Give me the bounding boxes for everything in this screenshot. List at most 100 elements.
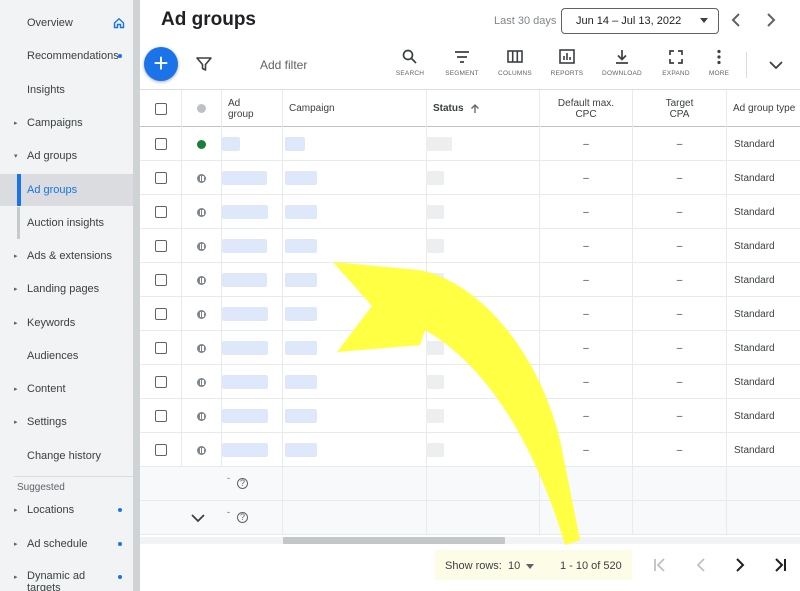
redacted-campaign-name[interactable]: [285, 341, 317, 355]
default-cpc-cell[interactable]: –: [540, 161, 633, 195]
default-cpc-cell[interactable]: –: [540, 433, 633, 467]
sidebar-item-insights[interactable]: Insights: [0, 74, 133, 106]
redacted-campaign-name[interactable]: [285, 375, 317, 389]
redacted-campaign-name[interactable]: [285, 171, 317, 185]
table-row[interactable]: – – Standard: [140, 195, 800, 229]
redacted-ad-group-name[interactable]: [222, 239, 267, 253]
row-checkbox[interactable]: [154, 172, 167, 184]
target-cpa-cell[interactable]: –: [633, 399, 727, 433]
redacted-ad-group-name[interactable]: [222, 205, 268, 219]
redacted-ad-group-name[interactable]: [222, 273, 267, 287]
segment-button[interactable]: SEGMENT: [440, 48, 484, 77]
redacted-ad-group-name[interactable]: [222, 341, 268, 355]
target-cpa-cell[interactable]: –: [633, 195, 727, 229]
row-checkbox[interactable]: [154, 274, 167, 286]
target-cpa-cell[interactable]: –: [633, 433, 727, 467]
previous-page-icon[interactable]: [691, 555, 711, 575]
sidebar-scrollbar[interactable]: [133, 0, 140, 591]
sidebar-item-keywords[interactable]: ▸ Keywords: [0, 307, 133, 339]
target-cpa-column-header[interactable]: Target CPA: [633, 90, 727, 127]
collapse-chevron-icon[interactable]: [768, 58, 784, 72]
sidebar-item-ad-groups-selected[interactable]: Ad groups: [0, 174, 133, 206]
redacted-ad-group-name[interactable]: [222, 409, 268, 423]
ad-group-name-cell[interactable]: [222, 161, 283, 195]
paused-status-icon[interactable]: [197, 445, 206, 455]
table-row[interactable]: – – Standard: [140, 263, 800, 297]
default-cpc-cell[interactable]: –: [540, 331, 633, 365]
paused-status-icon[interactable]: [197, 377, 206, 387]
last-page-icon[interactable]: [770, 555, 790, 575]
next-period-button[interactable]: [762, 11, 778, 32]
ad-group-name-cell[interactable]: [222, 365, 283, 399]
expand-button[interactable]: EXPAND: [654, 48, 698, 77]
target-cpa-cell[interactable]: –: [633, 127, 727, 161]
ad-group-name-cell[interactable]: [222, 263, 283, 297]
redacted-ad-group-name[interactable]: [222, 375, 268, 389]
chevron-down-icon[interactable]: [190, 512, 206, 524]
campaign-name-cell[interactable]: [283, 195, 427, 229]
row-checkbox[interactable]: [154, 444, 167, 456]
redacted-campaign-name[interactable]: [285, 137, 305, 151]
sidebar-item-campaigns[interactable]: ▸ Campaigns: [0, 107, 133, 139]
status-column-header[interactable]: [182, 90, 222, 127]
table-row[interactable]: – – Standard: [140, 331, 800, 365]
paused-status-icon[interactable]: [197, 207, 206, 217]
campaign-name-cell[interactable]: [283, 229, 427, 263]
target-cpa-cell[interactable]: –: [633, 229, 727, 263]
paused-status-icon[interactable]: [197, 343, 206, 353]
ad-group-column-header[interactable]: Ad group: [222, 90, 283, 127]
default-cpc-cell[interactable]: –: [540, 229, 633, 263]
redacted-ad-group-name[interactable]: [222, 443, 268, 457]
first-page-icon[interactable]: [650, 555, 670, 575]
ad-group-name-cell[interactable]: [222, 127, 283, 161]
sidebar-item-ads-extensions[interactable]: ▸ Ads & extensions: [0, 240, 133, 272]
sidebar-item-recommendations[interactable]: Recommendations: [0, 40, 133, 72]
ad-group-name-cell[interactable]: [222, 433, 283, 467]
sidebar-item-change-history[interactable]: Change history: [0, 440, 133, 472]
redacted-ad-group-name[interactable]: [222, 171, 267, 185]
date-range-picker[interactable]: Jun 14 – Jul 13, 2022: [561, 8, 719, 34]
table-row[interactable]: – – Standard: [140, 399, 800, 433]
download-button[interactable]: DOWNLOAD: [600, 48, 644, 77]
sidebar-item-overview[interactable]: Overview: [0, 7, 133, 39]
select-all-checkbox[interactable]: [154, 102, 167, 115]
default-cpc-cell[interactable]: –: [540, 127, 633, 161]
paused-status-icon[interactable]: [197, 173, 206, 183]
horizontal-scrollbar-thumb[interactable]: [283, 537, 505, 544]
campaign-name-cell[interactable]: [283, 365, 427, 399]
sidebar-suggested-ad-schedule[interactable]: ▸ Ad schedule: [0, 528, 133, 560]
sidebar-item-auction-insights[interactable]: Auction insights: [0, 207, 133, 239]
paused-status-icon[interactable]: [197, 241, 206, 251]
help-icon[interactable]: ?: [237, 478, 248, 489]
filter-icon[interactable]: [196, 56, 212, 72]
add-filter-input[interactable]: Add filter: [260, 58, 307, 72]
sidebar-item-landing-pages[interactable]: ▸ Landing pages: [0, 273, 133, 305]
status-text-column-header[interactable]: Status: [427, 90, 540, 127]
redacted-campaign-name[interactable]: [285, 239, 317, 253]
campaign-column-header[interactable]: Campaign: [283, 90, 427, 127]
ad-group-type-column-header[interactable]: Ad group type: [727, 90, 800, 127]
campaign-name-cell[interactable]: [283, 161, 427, 195]
paused-status-icon[interactable]: [197, 275, 206, 285]
target-cpa-cell[interactable]: –: [633, 297, 727, 331]
next-page-icon[interactable]: [730, 555, 750, 575]
target-cpa-cell[interactable]: –: [633, 365, 727, 399]
redacted-ad-group-name[interactable]: [222, 137, 240, 151]
ad-group-name-cell[interactable]: [222, 331, 283, 365]
help-icon[interactable]: ?: [237, 512, 248, 523]
table-row[interactable]: – – Standard: [140, 433, 800, 467]
redacted-campaign-name[interactable]: [285, 205, 317, 219]
sidebar-item-content[interactable]: ▸ Content: [0, 373, 133, 405]
campaign-name-cell[interactable]: [283, 433, 427, 467]
sidebar-suggested-locations[interactable]: ▸ Locations: [0, 494, 133, 526]
search-button[interactable]: SEARCH: [388, 48, 432, 77]
table-row[interactable]: – – Standard: [140, 229, 800, 263]
sidebar-suggested-dynamic-ad-targets[interactable]: ▸ Dynamic ad targets: [0, 561, 133, 591]
campaign-name-cell[interactable]: [283, 399, 427, 433]
reports-button[interactable]: REPORTS: [545, 48, 589, 77]
campaign-name-cell[interactable]: [283, 331, 427, 365]
redacted-ad-group-name[interactable]: [222, 307, 268, 321]
campaign-name-cell[interactable]: [283, 263, 427, 297]
sidebar-item-settings[interactable]: ▸ Settings: [0, 406, 133, 438]
rows-per-page-select[interactable]: 10: [508, 560, 520, 572]
